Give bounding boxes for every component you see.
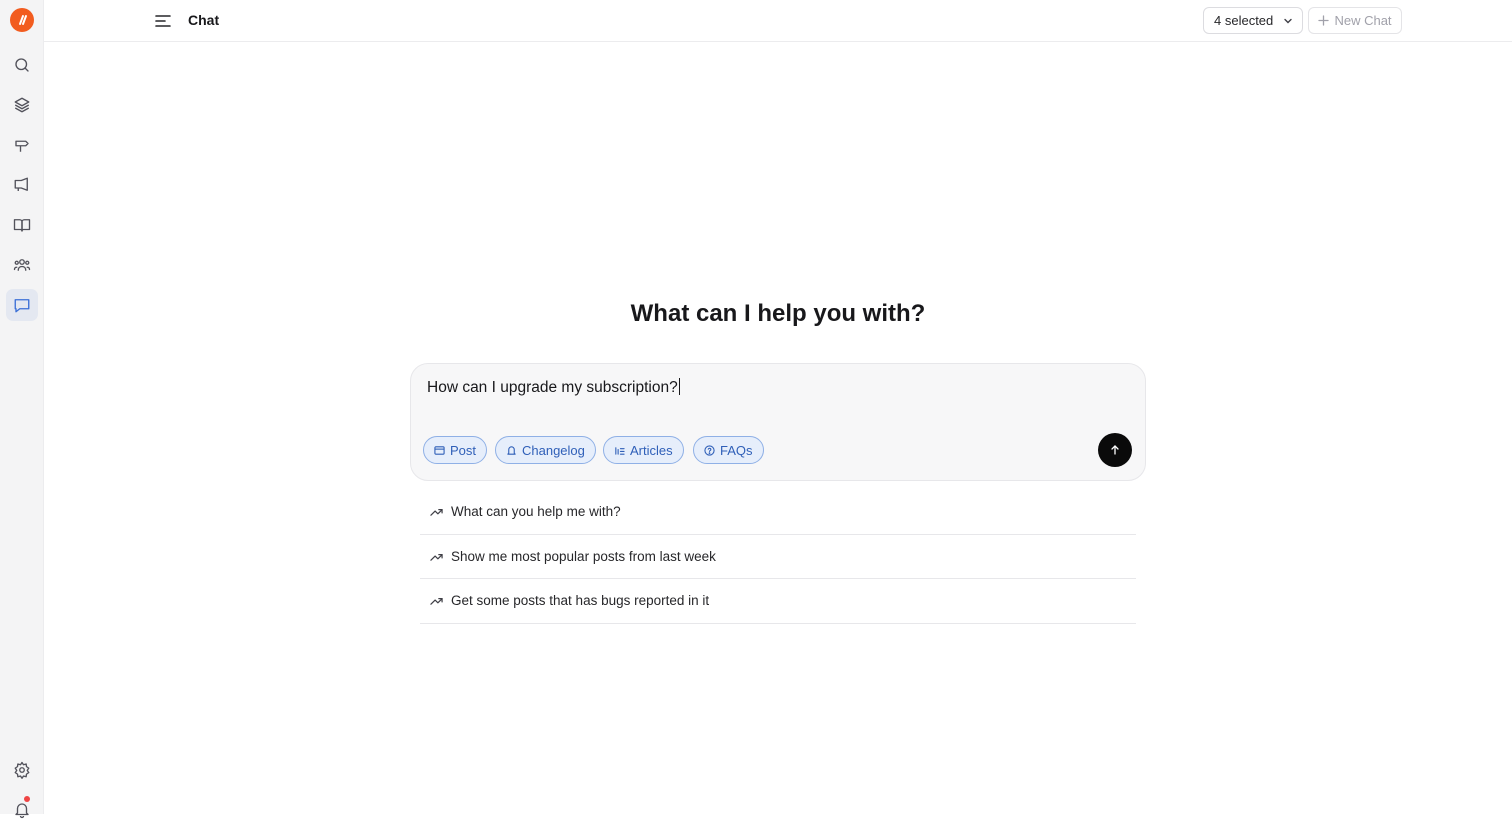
suggestion-list: What can you help me with? Show me most … xyxy=(420,490,1136,624)
layers-icon xyxy=(14,97,30,113)
book-icon xyxy=(13,219,31,232)
signpost-icon xyxy=(15,140,29,152)
page-title: Chat xyxy=(188,12,220,28)
source-chip-label: Articles xyxy=(630,442,673,458)
trending-up-icon xyxy=(430,553,443,561)
source-chip-label: FAQs xyxy=(720,442,753,458)
settings-icon xyxy=(14,761,30,779)
app-logo[interactable] xyxy=(10,8,34,32)
megaphone-icon xyxy=(14,177,28,191)
rail-search-button[interactable] xyxy=(6,49,38,81)
source-chip-faqs[interactable]: FAQs xyxy=(693,436,764,464)
source-chip-changelog[interactable]: Changelog xyxy=(495,436,596,464)
articles-icon xyxy=(615,446,625,455)
chat-icon xyxy=(14,299,30,313)
new-chat-button[interactable]: New Chat xyxy=(1308,7,1402,34)
chevron-down-icon xyxy=(1284,18,1292,24)
logo-mark-icon xyxy=(19,15,27,25)
rail-notifications-button[interactable] xyxy=(6,794,38,826)
source-chip-label: Post xyxy=(450,442,477,458)
top-bar: Chat 4 selected New Chat xyxy=(44,0,1512,42)
left-rail xyxy=(0,0,44,819)
rail-roadmap-button[interactable] xyxy=(6,129,38,161)
chat-input[interactable]: How can I upgrade my subscription? xyxy=(427,378,680,397)
source-chip-label: Changelog xyxy=(522,442,585,458)
bell-icon xyxy=(15,803,29,819)
chat-composer: How can I upgrade my subscription? Post … xyxy=(410,363,1146,481)
trending-up-icon xyxy=(430,509,443,517)
suggestion-item[interactable]: Get some posts that has bugs reported in… xyxy=(420,579,1136,624)
send-button[interactable] xyxy=(1098,433,1132,467)
source-chip-articles[interactable]: Articles xyxy=(603,436,684,464)
suggestion-item[interactable]: Show me most popular posts from last wee… xyxy=(420,535,1136,579)
suggestion-label: Get some posts that has bugs reported in… xyxy=(451,593,710,609)
new-chat-label: New Chat xyxy=(1334,13,1392,28)
source-chip-post[interactable]: Post xyxy=(423,436,488,464)
rail-knowledge-button[interactable] xyxy=(6,209,38,241)
changelog-icon xyxy=(507,445,516,455)
search-icon xyxy=(15,58,29,72)
suggestion-item[interactable]: What can you help me with? xyxy=(420,490,1136,535)
suggestion-label: Show me most popular posts from last wee… xyxy=(451,548,716,564)
post-icon xyxy=(434,445,445,455)
toggle-sidebar-button[interactable] xyxy=(152,10,174,32)
help-circle-icon xyxy=(704,444,715,456)
rail-announcements-button[interactable] xyxy=(6,169,38,201)
users-icon xyxy=(13,259,31,271)
chat-input-value: How can I upgrade my subscription? xyxy=(427,379,678,396)
rail-chat-button[interactable] xyxy=(6,289,38,321)
plus-icon xyxy=(1318,15,1330,26)
text-caret xyxy=(678,378,680,395)
rail-settings-button[interactable] xyxy=(6,754,38,786)
menu-icon xyxy=(155,15,171,27)
source-selector[interactable]: 4 selected xyxy=(1203,7,1303,34)
source-selector-label: 4 selected xyxy=(1214,13,1274,28)
main-heading: What can I help you with? xyxy=(630,300,926,327)
trending-up-icon xyxy=(430,598,443,606)
rail-users-button[interactable] xyxy=(6,249,38,281)
suggestion-label: What can you help me with? xyxy=(451,504,621,520)
notification-dot xyxy=(24,796,30,802)
arrow-up-icon xyxy=(1111,445,1119,455)
rail-layers-button[interactable] xyxy=(6,89,38,121)
